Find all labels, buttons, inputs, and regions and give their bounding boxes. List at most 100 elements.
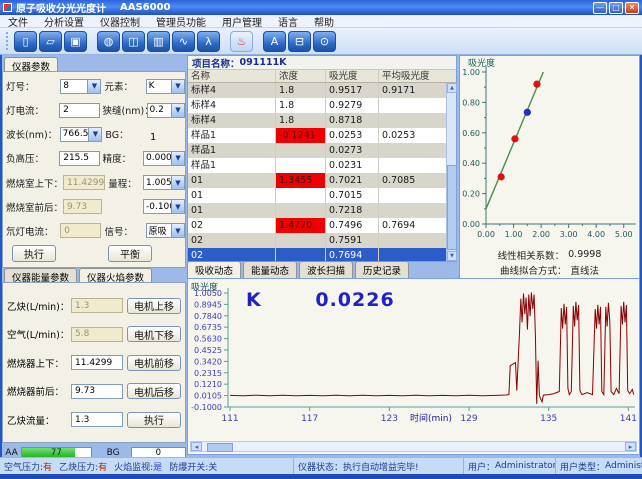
menu-help[interactable]: 帮助	[306, 14, 342, 29]
flame-row: 乙炔(L/min)：1.3电机上移	[7, 298, 181, 314]
execute-button[interactable]: 执行	[12, 245, 56, 262]
table-row[interactable]: 011.34550.70210.7085	[188, 173, 446, 188]
motor-forward-button[interactable]: 电机前移	[127, 355, 181, 371]
offset-select[interactable]: -0.1000▼	[143, 199, 185, 214]
tab-flame-params[interactable]: 仪器火焰参数	[79, 268, 152, 282]
svg-text:时间(min): 时间(min)	[410, 412, 452, 424]
svg-text:3.00: 3.00	[560, 230, 578, 239]
instrument-params-panel: 仪器参数 灯号：8▼元素：K▼灯电流：2狭缝(nm)：0.2▼波长(nm)：76…	[2, 57, 186, 268]
negative-hv-field[interactable]: 215.5	[59, 151, 99, 166]
table-row[interactable]: 样品10.0273	[188, 143, 446, 158]
table-row[interactable]: 010.7015	[188, 188, 446, 203]
execute-button[interactable]: 执行	[127, 412, 181, 428]
print-icon: ⊟	[295, 35, 304, 48]
aa-label: AA	[2, 448, 21, 458]
save-button[interactable]: ▣	[64, 31, 87, 52]
open-file-button[interactable]: ▱	[39, 31, 62, 52]
absorbance-cell: 0.9279	[326, 98, 379, 113]
tab-history[interactable]: 历史记录	[355, 261, 409, 278]
project-value: 091111K	[240, 57, 287, 68]
tab-instrument-params[interactable]: 仪器参数	[4, 57, 58, 71]
peak-button[interactable]: ∿	[172, 31, 195, 52]
lamp-no-select[interactable]: 8▼	[60, 79, 101, 94]
new-file-button[interactable]: ▯	[14, 31, 37, 52]
scroll-left-arrow[interactable]: ◂	[191, 442, 202, 451]
table-row[interactable]: 020.7694	[188, 248, 446, 261]
param-buttons: 执行 平衡	[6, 244, 185, 264]
dynamics-tabs: 吸收动态能量动态波长扫描历史记录	[187, 262, 411, 278]
absorbance-cell: 0.7218	[326, 203, 379, 218]
menu-file[interactable]: 文件	[0, 14, 36, 29]
balance-button[interactable]: 平衡	[108, 245, 152, 262]
energy-button[interactable]: ▥	[147, 31, 170, 52]
menu-analysis-settings[interactable]: 分析设置	[36, 14, 92, 29]
scroll-up-arrow[interactable]: ▲	[447, 83, 457, 93]
tab-wavelength-scan[interactable]: 波长扫描	[299, 261, 353, 278]
close-button[interactable]: ✕	[625, 2, 639, 14]
hscroll-thumb[interactable]	[207, 443, 233, 452]
status-bar: 空气压力:有乙炔压力:有火焰监视:是防爆开关:关 仪器状态： 执行自动增益完毕!…	[0, 457, 642, 474]
menu-language[interactable]: 语言	[270, 14, 306, 29]
range-select[interactable]: 1.0050▼	[143, 175, 185, 190]
status-user-type: 用户类型： Administrator	[556, 458, 642, 474]
results-vertical-scrollbar[interactable]: ▲ ▼	[446, 83, 456, 261]
signal-select[interactable]: 原吸▼	[146, 223, 185, 238]
avg-absorbance-cell	[379, 248, 446, 261]
user-label: 用户：	[468, 460, 495, 473]
ignite-flame-button[interactable]: ♨	[230, 31, 253, 52]
motor-backward-button[interactable]: 电机后移	[127, 383, 181, 399]
aa-progress-value: 77	[22, 448, 91, 458]
avg-absorbance-cell	[379, 143, 446, 158]
table-row[interactable]: 010.7218	[188, 203, 446, 218]
svg-text:1.00: 1.00	[462, 68, 480, 77]
element-value: K	[147, 81, 171, 91]
table-row[interactable]: 样品10.0231	[188, 158, 446, 173]
table-row[interactable]: 标样41.80.9279	[188, 98, 446, 113]
tab-energy-dynamics[interactable]: 能量动态	[243, 261, 297, 278]
sample-name-cell: 标样4	[188, 98, 276, 113]
svg-text:0.1210: 0.1210	[194, 380, 222, 389]
scroll-right-arrow[interactable]: ▸	[625, 442, 636, 451]
air-pressure-label: 空气压力:	[4, 463, 43, 473]
auto-analysis-button[interactable]: A	[263, 31, 286, 52]
lamp-button[interactable]: ◍	[97, 31, 120, 52]
burner-updown-field[interactable]: 11.4299	[71, 355, 123, 370]
wavelength-button[interactable]: λ	[197, 31, 220, 52]
param-row: 波长(nm)：766.5▼BG：1	[6, 123, 185, 145]
element-select[interactable]: K▼	[146, 79, 185, 94]
acetylene-flow-label: 乙炔流量：	[7, 413, 71, 427]
precision-value: 0.0000	[144, 153, 171, 163]
minimize-button[interactable]: —	[593, 2, 607, 14]
dynamics-horizontal-scrollbar[interactable]: ◂ ▸	[190, 441, 637, 452]
tab-energy-params[interactable]: 仪器能量参数	[4, 268, 77, 282]
window-subtitle: AAS6000	[120, 2, 171, 13]
acetylene-flow-field[interactable]: 1.3	[71, 412, 123, 427]
slit-select[interactable]: 0.2▼	[147, 103, 186, 118]
print-button[interactable]: ⊟	[288, 31, 311, 52]
motor-down-button[interactable]: 电机下移	[127, 326, 181, 342]
scroll-thumb[interactable]	[447, 165, 457, 250]
wavelength-select[interactable]: 766.5▼	[60, 127, 103, 142]
furnace-button[interactable]: ◫	[122, 31, 145, 52]
menu-user-management[interactable]: 用户管理	[214, 14, 270, 29]
scroll-down-arrow[interactable]: ▼	[447, 251, 457, 261]
precision-select[interactable]: 0.0000▼	[143, 151, 185, 166]
lamp-current-field[interactable]: 2	[59, 103, 99, 118]
table-row[interactable]: 样品1-0.12410.02530.0253	[188, 128, 446, 143]
power-button[interactable]: ⊙	[313, 31, 336, 52]
tab-absorption-dynamics[interactable]: 吸收动态	[187, 261, 241, 278]
save-icon: ▣	[70, 35, 80, 48]
burner-frontback-field[interactable]: 9.73	[71, 384, 123, 399]
motor-up-button[interactable]: 电机上移	[127, 298, 181, 314]
sample-name-cell: 01	[188, 188, 276, 203]
instrument-state-label: 仪器状态：	[298, 460, 343, 473]
table-row[interactable]: 020.7591	[188, 233, 446, 248]
table-row[interactable]: 标样41.80.8718	[188, 113, 446, 128]
status-pressures: 空气压力:有乙炔压力:有火焰监视:是防爆开关:关	[0, 458, 294, 474]
maximize-button[interactable]: □	[609, 2, 623, 14]
menu-instrument-control[interactable]: 仪器控制	[92, 14, 148, 29]
power-icon: ⊙	[320, 35, 329, 48]
menu-admin-functions[interactable]: 管理员功能	[148, 14, 214, 29]
table-row[interactable]: 标样41.80.95170.9171	[188, 83, 446, 98]
table-row[interactable]: 021.47700.74960.7694	[188, 218, 446, 233]
